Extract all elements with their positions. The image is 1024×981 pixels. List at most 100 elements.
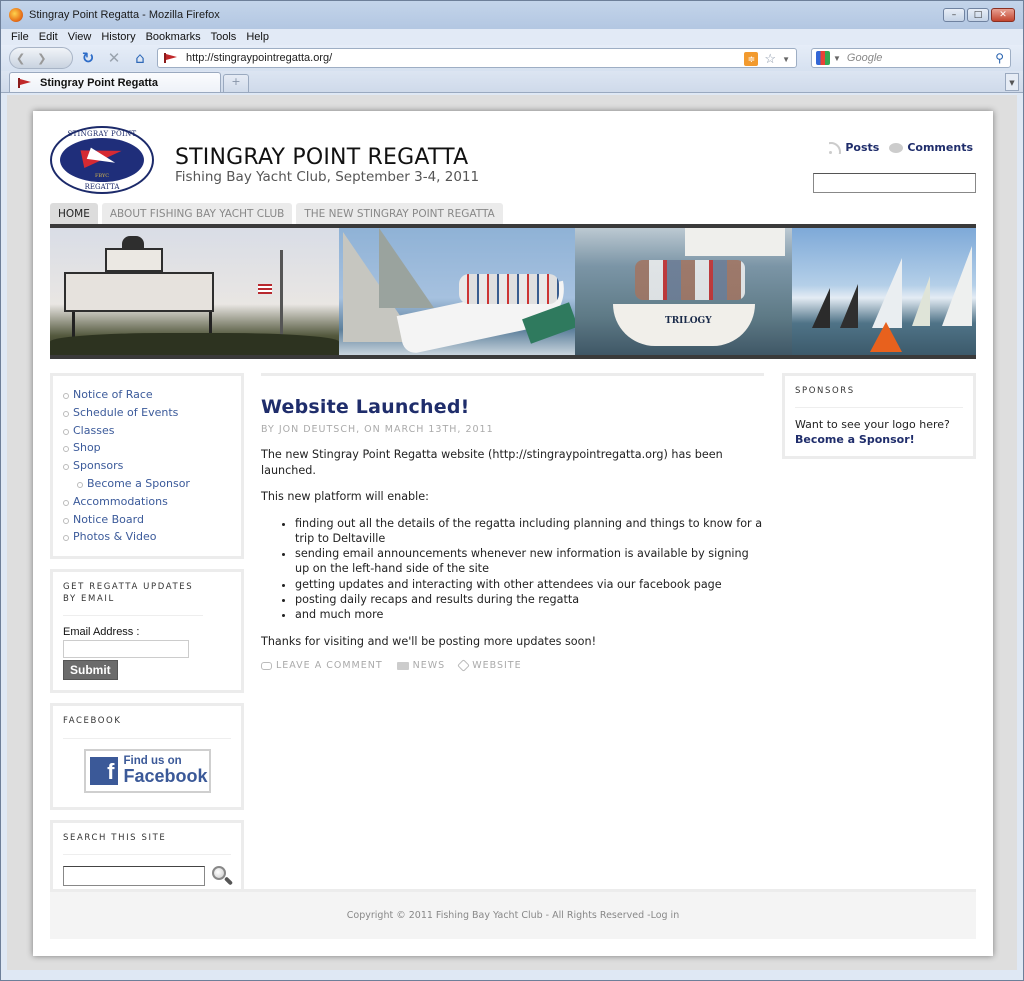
banner-photo-racing-yacht bbox=[339, 228, 575, 355]
posts-feed-label: Posts bbox=[845, 141, 880, 154]
copyright-text: Copyright © 2011 Fishing Bay Yacht Club … bbox=[346, 910, 651, 921]
engine-dropdown-icon[interactable]: ▼ bbox=[833, 54, 841, 63]
become-sponsor-link[interactable]: Become a Sponsor! bbox=[795, 433, 963, 446]
home-icon[interactable]: ⌂ bbox=[129, 49, 151, 67]
site-logo[interactable]: STINGRAY POINT FBYC REGATTA bbox=[50, 126, 154, 194]
main-content: Website Launched! BY JON DEUTSCH, ON MAR… bbox=[261, 373, 764, 672]
back-arrow-icon[interactable]: ❮ bbox=[16, 52, 25, 65]
fleet-sail-4 bbox=[912, 276, 930, 326]
find-us-on-facebook-button[interactable]: f Find us on Facebook bbox=[83, 748, 211, 793]
post-intro: The new Stingray Point Regatta website (… bbox=[261, 448, 723, 477]
menu-classes[interactable]: Classes bbox=[63, 422, 231, 440]
rss-feed-icon[interactable]: ≑ bbox=[744, 52, 759, 66]
menu-photos-video[interactable]: Photos & Video bbox=[63, 528, 231, 546]
leave-comment-label: LEAVE A COMMENT bbox=[276, 660, 383, 672]
search-magnifier-icon[interactable]: ⚲ bbox=[995, 51, 1004, 65]
fleet-sail-5 bbox=[942, 246, 972, 326]
site-search-input[interactable] bbox=[63, 866, 205, 887]
login-link[interactable]: Log in bbox=[651, 910, 680, 921]
menu-bar: File Edit View History Bookmarks Tools H… bbox=[1, 29, 1023, 45]
rss-icon bbox=[829, 141, 842, 154]
flag-pole bbox=[280, 250, 283, 345]
menu-bookmarks[interactable]: Bookmarks bbox=[146, 31, 201, 43]
menu-accommodations[interactable]: Accommodations bbox=[63, 493, 231, 511]
search-icon[interactable] bbox=[211, 865, 234, 887]
post-bullet: sending email announcements whenever new… bbox=[295, 546, 764, 577]
reload-icon[interactable]: ↻ bbox=[77, 49, 99, 67]
stop-icon[interactable]: ✕ bbox=[103, 49, 125, 67]
submit-button[interactable]: Submit bbox=[63, 660, 118, 681]
menu-help[interactable]: Help bbox=[246, 31, 269, 43]
menu-edit[interactable]: Edit bbox=[39, 31, 58, 43]
page-viewport: STINGRAY POINT FBYC REGATTA STINGRAY POI… bbox=[7, 95, 1017, 970]
facebook-badge-line2: Facebook bbox=[123, 766, 208, 787]
right-sidebar: SPONSORS Want to see your logo here? Bec… bbox=[782, 373, 976, 469]
menu-tools[interactable]: Tools bbox=[211, 31, 237, 43]
site-title[interactable]: STINGRAY POINT REGATTA bbox=[175, 145, 468, 170]
main-sail bbox=[379, 228, 434, 308]
url-text[interactable]: http://stingraypointregatta.org/ bbox=[186, 52, 332, 64]
search-placeholder[interactable]: Google bbox=[847, 52, 882, 64]
post-bullets: finding out all the details of the regat… bbox=[295, 516, 764, 623]
post-title[interactable]: Website Launched! bbox=[261, 396, 764, 418]
menu-become-a-sponsor[interactable]: Become a Sponsor bbox=[63, 475, 231, 493]
tag-icon bbox=[457, 659, 471, 672]
menu-file[interactable]: File bbox=[11, 31, 29, 43]
banner-photo-lighthouse bbox=[50, 228, 339, 355]
category-news-link[interactable]: NEWS bbox=[396, 660, 446, 671]
web-search-bar[interactable]: ▼ Google ⚲ bbox=[811, 48, 1011, 68]
folder-icon bbox=[396, 661, 409, 670]
comments-feed-link[interactable]: Comments bbox=[889, 141, 973, 154]
tree-line bbox=[50, 333, 339, 355]
boat-name: TRILOGY bbox=[665, 316, 712, 326]
window-title: Stingray Point Regatta - Mozilla Firefox bbox=[29, 9, 220, 21]
main-nav: HOME ABOUT FISHING BAY YACHT CLUB THE NE… bbox=[50, 203, 503, 224]
sponsors-widget: SPONSORS Want to see your logo here? Bec… bbox=[782, 373, 976, 459]
menu-notice-of-race[interactable]: Notice of Race bbox=[63, 386, 231, 404]
menu-schedule-of-events[interactable]: Schedule of Events bbox=[63, 404, 231, 422]
furled-sail bbox=[685, 228, 785, 256]
back-forward-buttons[interactable]: ❮ ❯ bbox=[9, 47, 73, 69]
menu-history[interactable]: History bbox=[101, 31, 135, 43]
banner-photo-fleet bbox=[792, 228, 976, 355]
tab-bar: Stingray Point Regatta + ▼ bbox=[1, 71, 1023, 93]
logo-top-text: STINGRAY POINT bbox=[67, 130, 137, 138]
menu-shop[interactable]: Shop bbox=[63, 439, 231, 457]
forward-arrow-icon[interactable]: ❯ bbox=[37, 52, 46, 65]
url-bar[interactable]: http://stingraypointregatta.org/ ≑ ☆ ▼ bbox=[157, 48, 797, 68]
browser-window: Stingray Point Regatta - Mozilla Firefox… bbox=[0, 0, 1024, 981]
maximize-button[interactable]: □ bbox=[967, 8, 989, 22]
feed-links: Posts Comments bbox=[829, 141, 973, 154]
tab-favicon-icon bbox=[18, 77, 32, 88]
post-bullet: and much more bbox=[295, 607, 764, 622]
tab-list-button[interactable]: ▼ bbox=[1005, 73, 1019, 91]
nav-tab-new-regatta[interactable]: THE NEW STINGRAY POINT REGATTA bbox=[296, 203, 503, 224]
comment-bubble-icon bbox=[889, 142, 904, 153]
header-search-input[interactable] bbox=[813, 173, 976, 193]
close-button[interactable]: ✕ bbox=[991, 8, 1015, 22]
race-buoy bbox=[870, 322, 902, 352]
menu-notice-board[interactable]: Notice Board bbox=[63, 511, 231, 529]
url-dropdown-icon[interactable]: ▼ bbox=[782, 55, 790, 64]
facebook-icon: f bbox=[89, 756, 118, 785]
facebook-widget-title: FACEBOOK bbox=[63, 716, 231, 739]
nav-tab-home[interactable]: HOME bbox=[50, 203, 98, 224]
bookmark-star-icon[interactable]: ☆ bbox=[764, 51, 776, 67]
web-page: STINGRAY POINT FBYC REGATTA STINGRAY POI… bbox=[33, 111, 993, 956]
tag-website-link[interactable]: WEBSITE bbox=[457, 659, 521, 672]
posts-feed-link[interactable]: Posts bbox=[829, 141, 879, 154]
nav-tab-about[interactable]: ABOUT FISHING BAY YACHT CLUB bbox=[101, 203, 293, 224]
menu-sponsors[interactable]: Sponsors bbox=[63, 457, 231, 475]
post-bullet: posting daily recaps and results during … bbox=[295, 592, 764, 607]
menu-view[interactable]: View bbox=[68, 31, 92, 43]
tab-title: Stingray Point Regatta bbox=[40, 76, 158, 89]
site-favicon-icon bbox=[164, 53, 178, 63]
browser-tab-active[interactable]: Stingray Point Regatta bbox=[9, 72, 221, 92]
minimize-button[interactable]: – bbox=[943, 8, 965, 22]
new-tab-button[interactable]: + bbox=[223, 74, 249, 92]
leave-comment-link[interactable]: LEAVE A COMMENT bbox=[261, 660, 383, 671]
email-field[interactable] bbox=[63, 640, 189, 659]
sponsor-prompt: Want to see your logo here? bbox=[795, 418, 950, 432]
google-engine-icon[interactable] bbox=[816, 51, 830, 65]
post-footer: LEAVE A COMMENT NEWS WEBSITE bbox=[261, 659, 764, 672]
